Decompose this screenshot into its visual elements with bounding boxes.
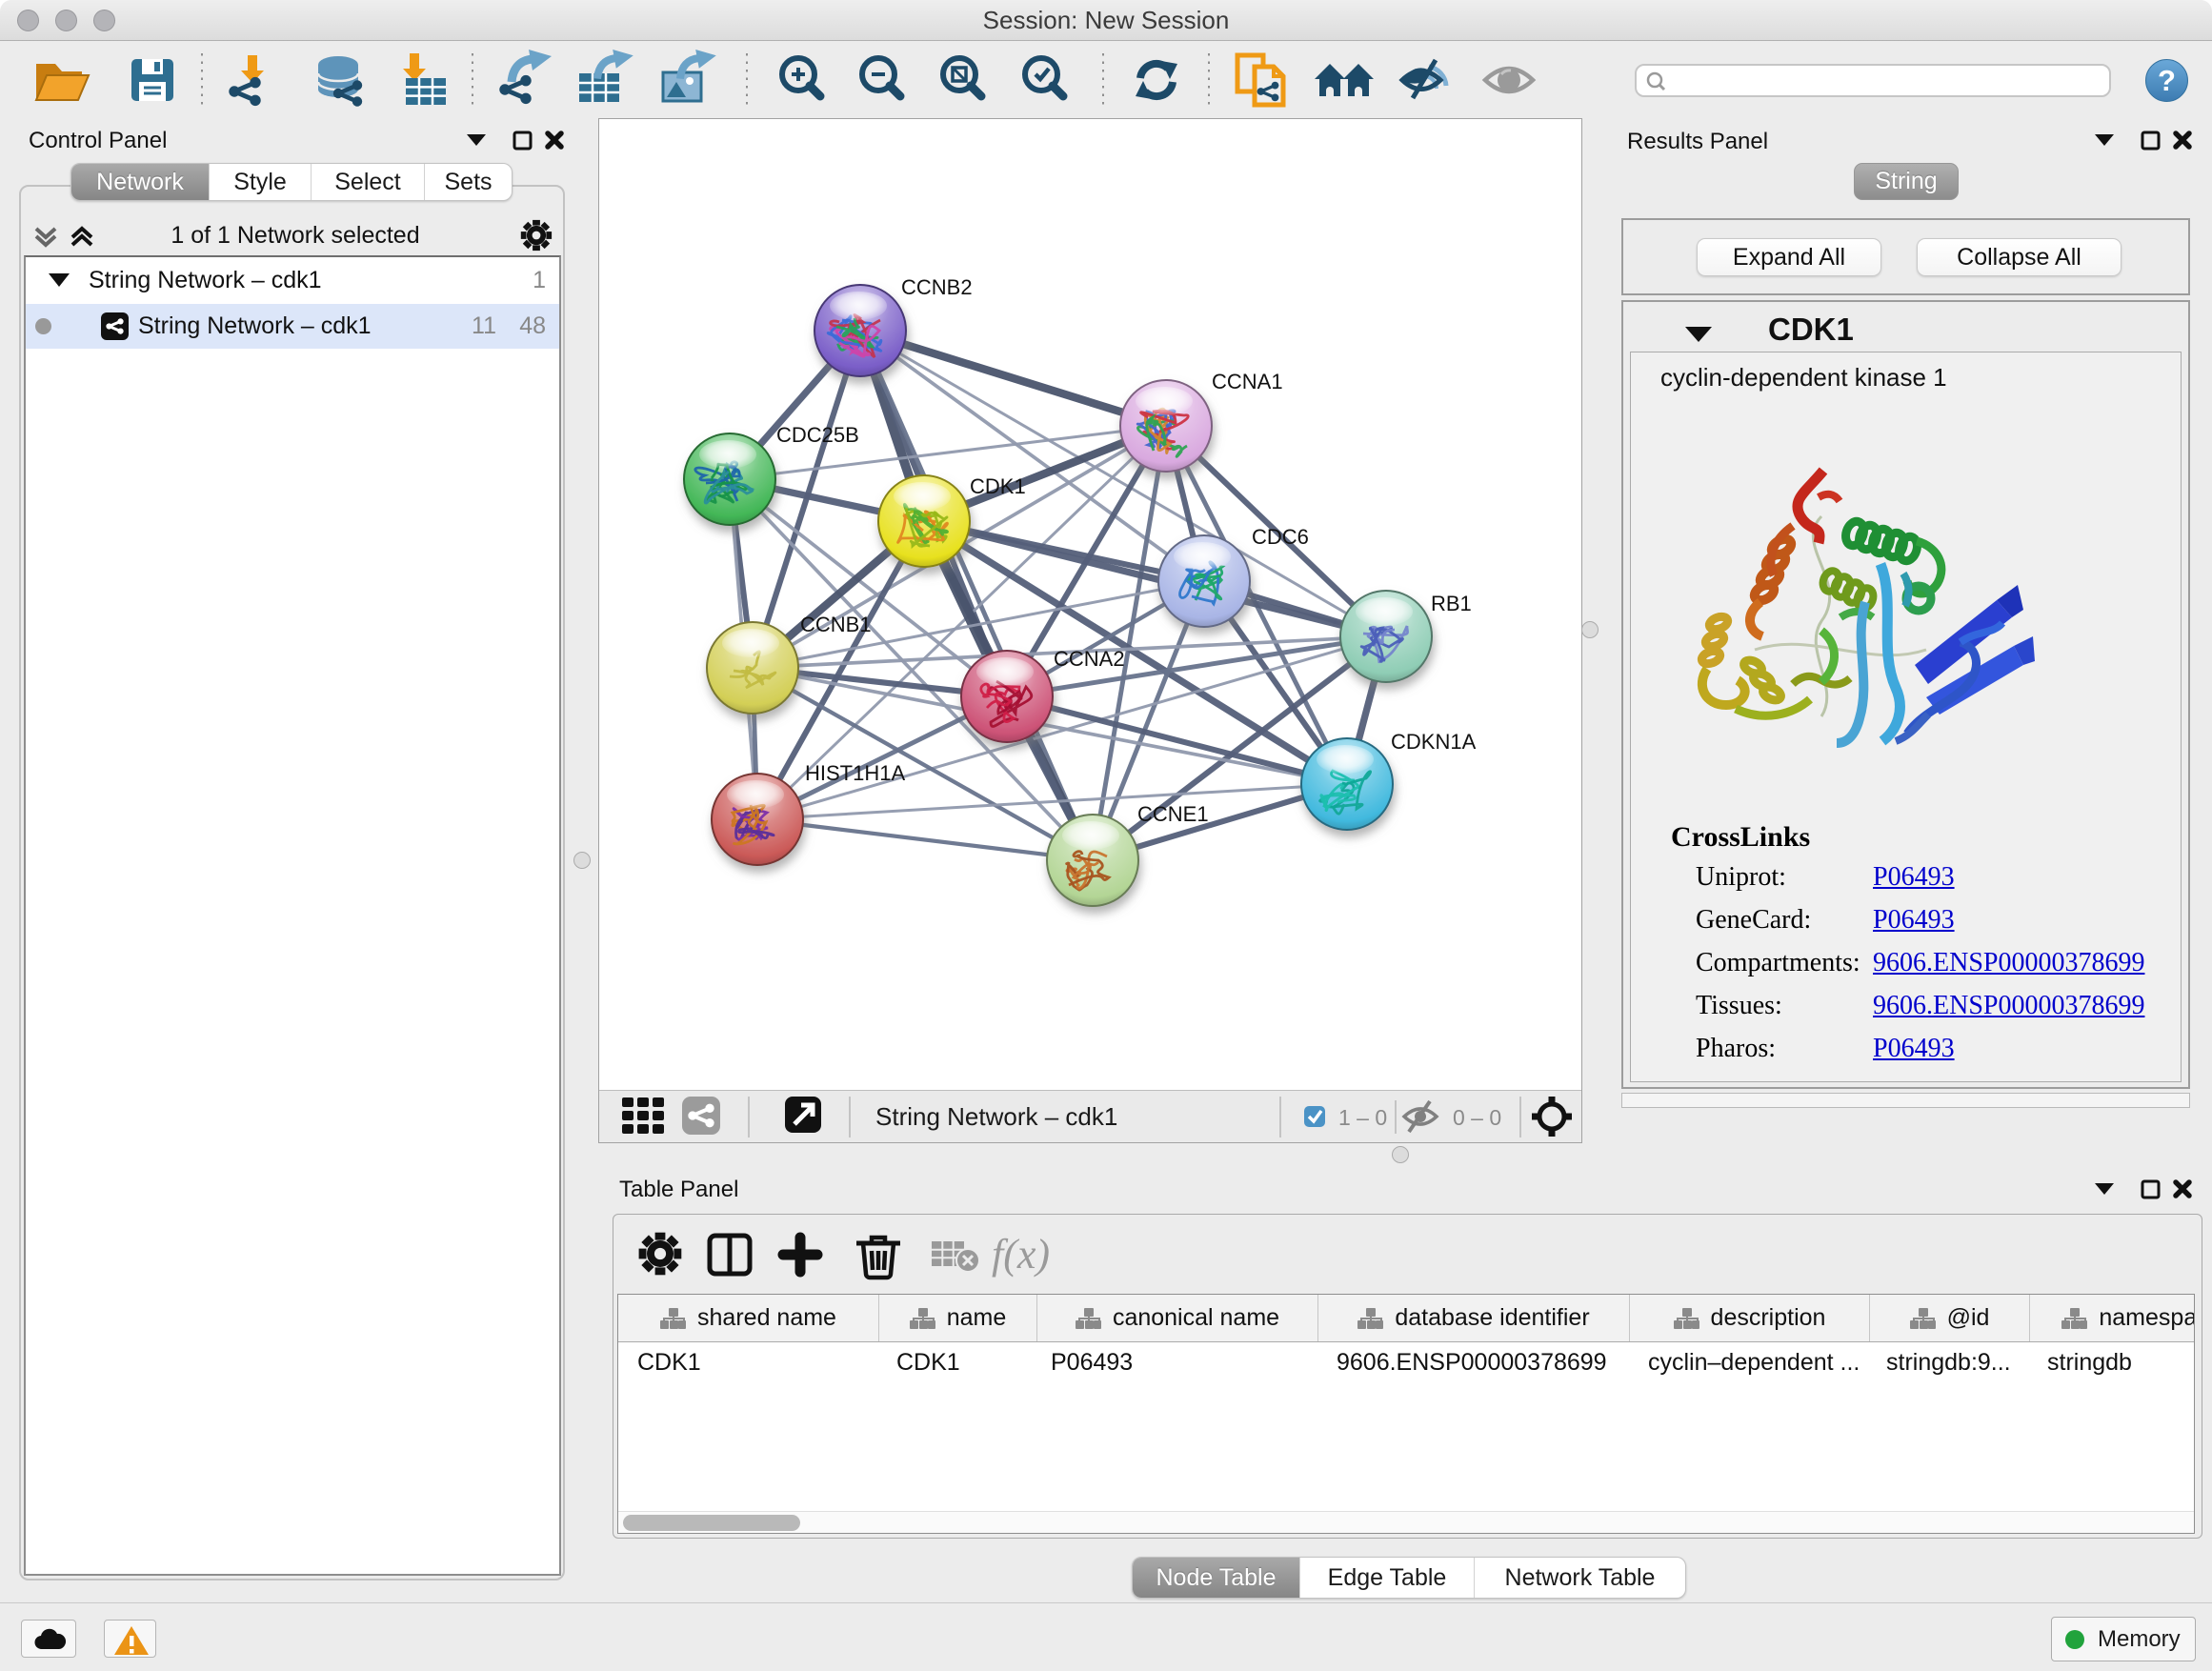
svg-text:0 – 0: 0 – 0 bbox=[1453, 1105, 1501, 1130]
svg-text:HIST1H1A: HIST1H1A bbox=[805, 761, 905, 785]
svg-text:CCNB2: CCNB2 bbox=[901, 275, 973, 299]
svg-text:String Network – cdk1: String Network – cdk1 bbox=[875, 1102, 1117, 1131]
svg-text:CDKN1A: CDKN1A bbox=[1391, 730, 1477, 754]
svg-text:CCNE1: CCNE1 bbox=[1137, 802, 1209, 826]
svg-text:CCNB1: CCNB1 bbox=[800, 613, 872, 636]
svg-text:1 – 0: 1 – 0 bbox=[1338, 1105, 1387, 1130]
svg-text:f(x): f(x) bbox=[992, 1231, 1050, 1278]
svg-text:CDC6: CDC6 bbox=[1252, 525, 1309, 549]
svg-text:CDC25B: CDC25B bbox=[776, 423, 859, 447]
svg-text:CCNA1: CCNA1 bbox=[1212, 370, 1283, 393]
svg-text:CDK1: CDK1 bbox=[970, 474, 1026, 498]
svg-text:CCNA2: CCNA2 bbox=[1054, 647, 1125, 671]
svg-text:RB1: RB1 bbox=[1431, 592, 1472, 615]
